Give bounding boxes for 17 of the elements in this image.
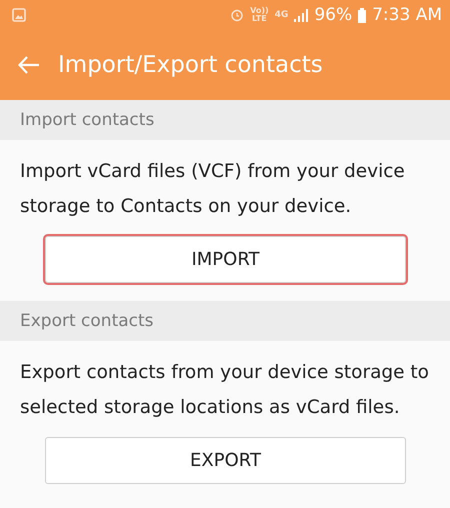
signal-icon <box>294 8 308 22</box>
battery-percent: 96% <box>314 5 352 25</box>
volte-label: LTE <box>251 15 268 23</box>
volte-label: Vo)) <box>250 7 269 15</box>
back-arrow-icon[interactable] <box>18 56 40 74</box>
section-heading: Export contacts <box>0 301 450 341</box>
battery-icon <box>358 8 366 22</box>
clock-time: 7:33 AM <box>372 5 442 25</box>
section-description: Import vCard files (VCF) from your device storage to Contacts on your device. <box>19 160 406 219</box>
alarm-icon <box>230 8 244 22</box>
screen-title: Import/Export contacts <box>58 52 323 78</box>
section-description: Export contacts from your device storage to selected storage locations as vCard files. <box>19 361 430 420</box>
action-button[interactable]: EXPORT <box>45 437 406 484</box>
gallery-icon <box>12 8 26 22</box>
section-heading: Import contacts <box>0 100 450 140</box>
network-label: 4G <box>274 11 288 19</box>
action-button[interactable]: IMPORT <box>45 236 406 283</box>
